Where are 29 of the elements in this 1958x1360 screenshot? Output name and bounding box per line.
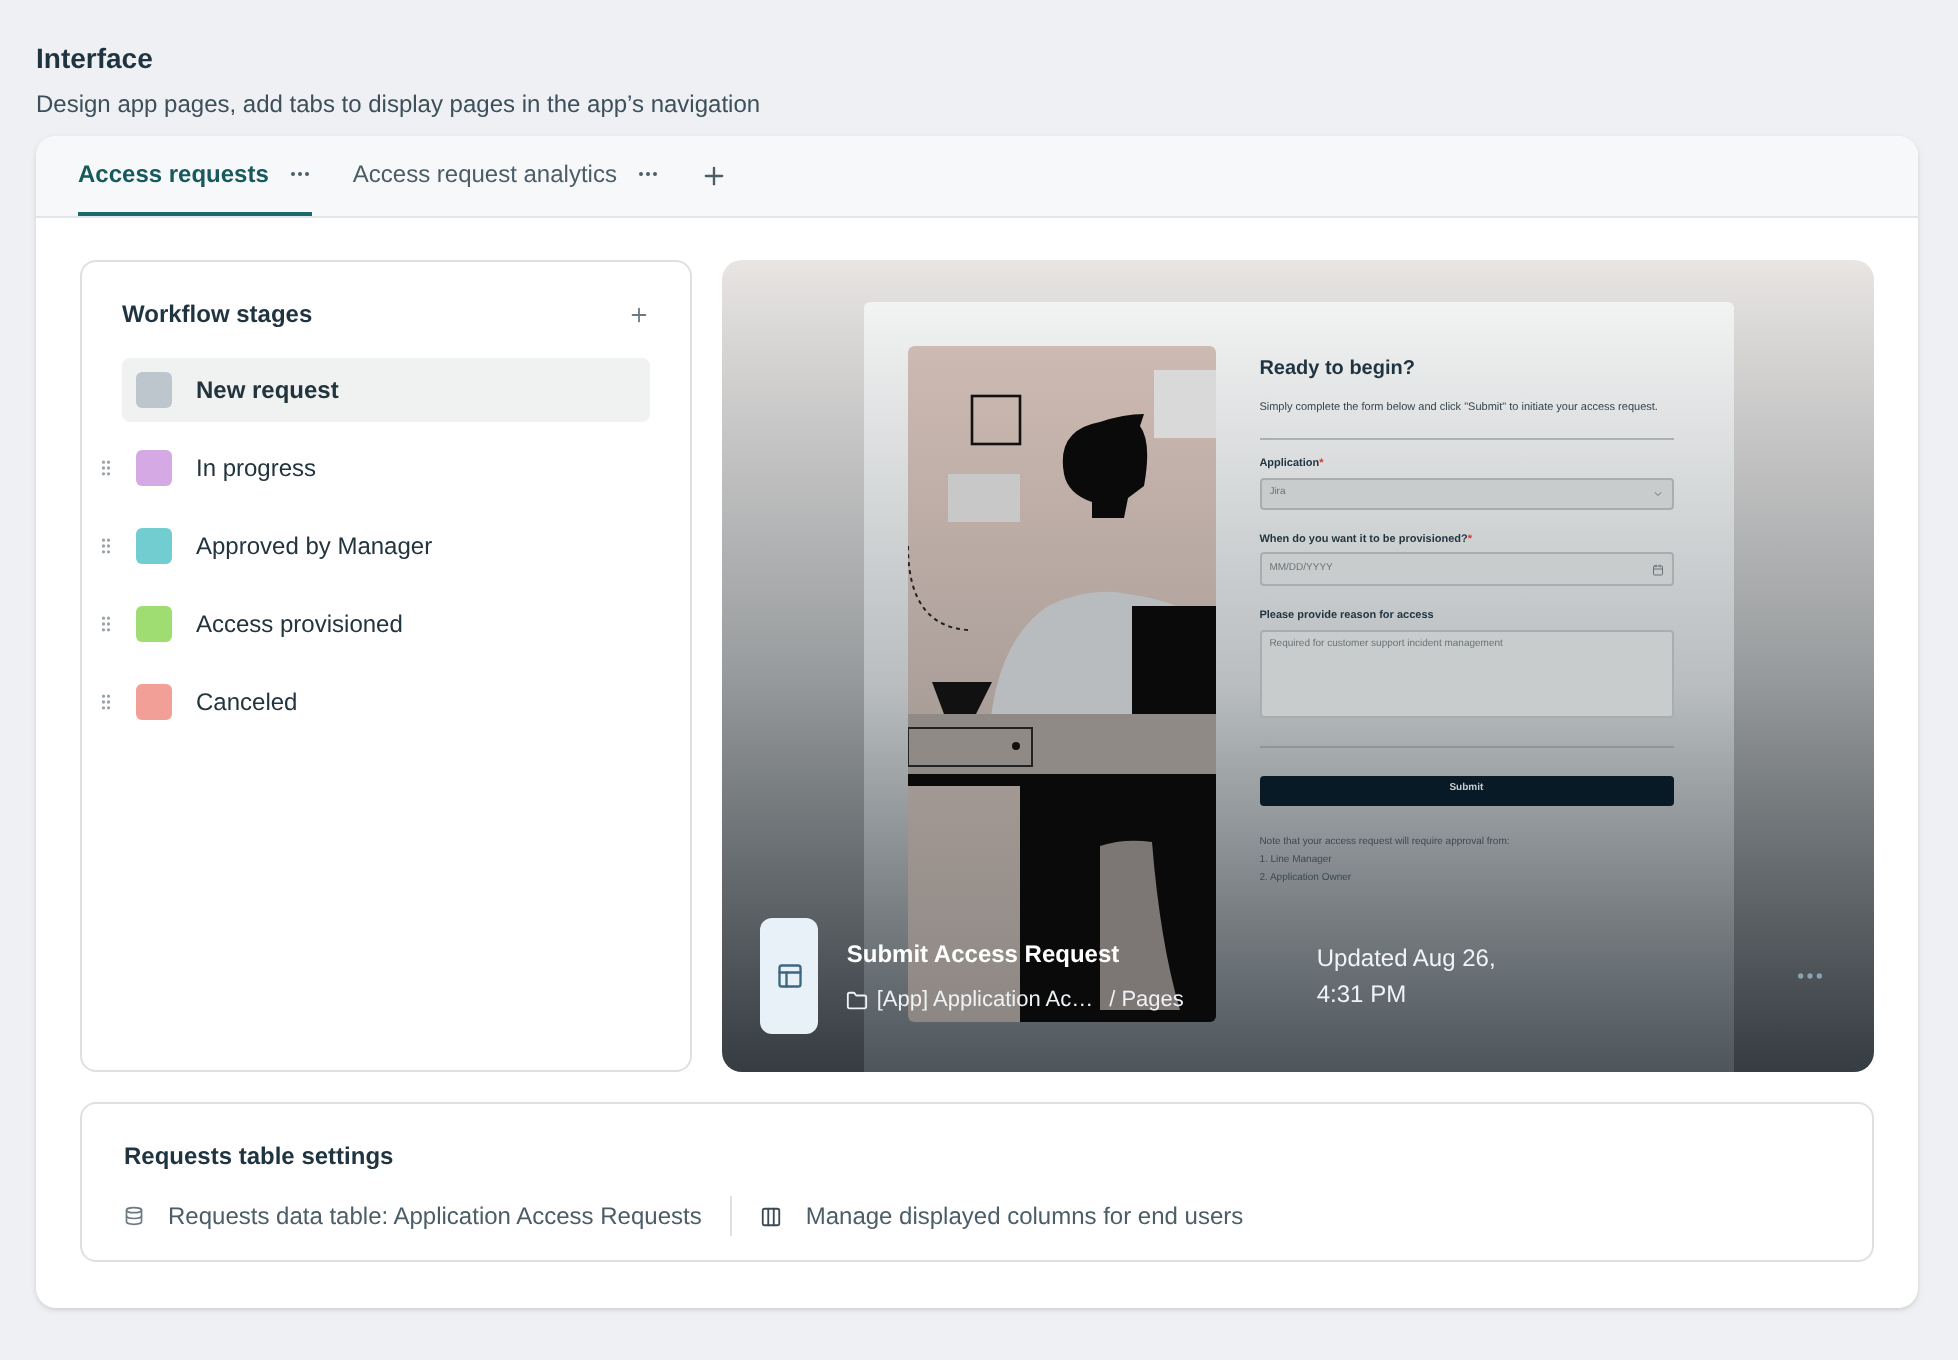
calendar-icon (1651, 563, 1664, 575)
caret-icon (1651, 487, 1664, 499)
drag-handle-icon[interactable] (96, 534, 116, 558)
stage-item[interactable]: Approved by Manager (122, 514, 651, 578)
stages-title: Workflow stages (122, 298, 313, 332)
tab[interactable]: Access requests (78, 136, 313, 216)
page-title: Submit Access Request (846, 937, 1122, 972)
folder-icon (846, 989, 869, 1011)
add-tab-icon[interactable] (700, 162, 729, 190)
settings-link[interactable]: Requests data table: Application Access Requests (168, 1196, 702, 1236)
drag-handle-icon[interactable] (96, 612, 116, 636)
drag-handle-icon[interactable] (96, 456, 116, 480)
stage-item[interactable]: New request (122, 358, 651, 422)
page-title: Interface (36, 40, 155, 76)
page-subtitle: Design app pages, add tabs to display pages in the app’s navigation (36, 88, 763, 120)
stage-item[interactable]: In progress (122, 436, 651, 500)
add-stage-icon[interactable] (628, 303, 651, 325)
database-icon (124, 1206, 144, 1226)
stage-item[interactable]: Canceled (122, 670, 651, 734)
columns-icon (759, 1205, 782, 1227)
form-heading: Ready to begin? (1259, 356, 1417, 384)
tab[interactable]: Access request analytics (352, 136, 661, 216)
drag-handle-icon[interactable] (96, 690, 116, 714)
page-preview-card[interactable] (722, 260, 1874, 1072)
settings-title: Requests table settings (124, 1140, 396, 1174)
updated-date: Updated Aug 26, 4:31 PM (1316, 942, 1498, 1012)
settings-link[interactable]: Manage displayed columns for end users (805, 1196, 1244, 1236)
page-layout-icon (775, 962, 804, 990)
stage-item[interactable]: Access provisioned (122, 592, 651, 656)
